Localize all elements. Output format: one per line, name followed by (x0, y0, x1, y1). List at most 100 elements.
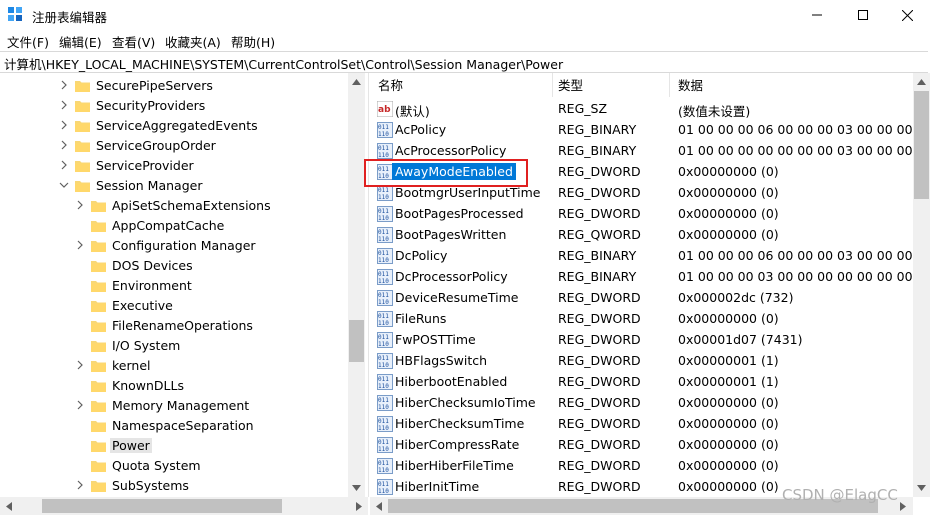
chevron-right-icon[interactable] (75, 360, 85, 370)
table-row[interactable]: 011 110 FileRuns REG_DWORD 0x00000000 (0) (370, 309, 913, 330)
menu-view[interactable]: 查看(V) (112, 32, 155, 51)
svg-text:011: 011 (378, 250, 389, 257)
folder-icon (91, 280, 106, 292)
table-row[interactable]: 011 110 HiberCompressRate REG_DWORD 0x000000… (370, 435, 913, 456)
value-name[interactable]: HiberChecksumTime (395, 416, 524, 431)
table-row[interactable]: 011 110 BootPagesProcessed REG_DWORD 0x00000… (370, 204, 913, 225)
tree-item[interactable]: ApiSetSchemaExtensions (75, 195, 271, 215)
value-name[interactable]: HiberInitTime (395, 479, 479, 494)
scroll-down-arrow-icon[interactable] (352, 485, 361, 491)
menu-help[interactable]: 帮助(H) (231, 32, 275, 51)
chevron-right-icon[interactable] (59, 160, 69, 170)
value-name[interactable]: BootmgrUserInputTime (395, 185, 540, 200)
tree-item[interactable]: Power (75, 435, 152, 455)
table-row[interactable]: 011 110 AcPolicy REG_BINARY 01 00 00 00 06 0… (370, 120, 913, 141)
value-name[interactable]: DcPolicy (395, 248, 447, 263)
tree-horizontal-scrollbar[interactable] (0, 497, 368, 515)
tree-item[interactable]: I/O System (75, 335, 180, 355)
value-name[interactable]: (默认) (395, 101, 430, 120)
tree-item[interactable]: kernel (75, 355, 151, 375)
tree-item[interactable]: KnownDLLs (75, 375, 184, 395)
menu-edit[interactable]: 编辑(E) (59, 32, 102, 51)
folder-icon (91, 220, 106, 232)
binary-value-icon: 011110 (377, 311, 393, 327)
chevron-right-icon[interactable] (75, 400, 85, 410)
column-header-name[interactable]: 名称 (370, 73, 553, 97)
address-path[interactable]: 计算机\HKEY_LOCAL_MACHINE\SYSTEM\CurrentCon… (4, 54, 563, 73)
table-row[interactable]: 011 110 FwPOSTTime REG_DWORD 0x00001d07 (743… (370, 330, 913, 351)
address-bar[interactable]: 计算机\HKEY_LOCAL_MACHINE\SYSTEM\CurrentCon… (0, 51, 928, 73)
table-row[interactable]: 011 110 HiberbootEnabled REG_DWORD 0x0000000… (370, 372, 913, 393)
scroll-left-arrow-icon[interactable] (6, 502, 12, 511)
table-row[interactable]: 011 110 DcProcessorPolicy REG_BINARY 01 00 0… (370, 267, 913, 288)
value-name[interactable]: BootPagesWritten (395, 227, 506, 242)
values-list[interactable]: 名称 类型 数据 ab (默认) REG_SZ (数值未设置) 011 110 AcPoli… (370, 73, 913, 497)
scroll-right-arrow-icon[interactable] (900, 502, 906, 511)
tree-item[interactable]: Memory Management (75, 395, 249, 415)
table-row[interactable]: 011 110 DeviceResumeTime REG_DWORD 0x000002d… (370, 288, 913, 309)
value-name[interactable]: FileRuns (395, 311, 446, 326)
chevron-right-icon[interactable] (59, 120, 69, 130)
tree-item[interactable]: ServiceProvider (59, 155, 194, 175)
chevron-right-icon[interactable] (75, 480, 85, 490)
tree-vertical-scrollbar[interactable] (348, 73, 365, 497)
tree-item[interactable]: ServiceGroupOrder (59, 135, 216, 155)
value-name[interactable]: BootPagesProcessed (395, 206, 524, 221)
table-row[interactable]: 011 110 HiberChecksumIoTime REG_DWORD 0x0000… (370, 393, 913, 414)
close-button[interactable] (884, 0, 930, 30)
table-row[interactable]: 011 110 HiberHiberFileTime REG_DWORD 0x00000… (370, 456, 913, 477)
table-row[interactable]: ab (默认) REG_SZ (数值未设置) (370, 99, 913, 120)
tree-hscroll-thumb[interactable] (42, 499, 282, 513)
value-name[interactable]: HBFlagsSwitch (395, 353, 487, 368)
menu-favorites[interactable]: 收藏夹(A) (165, 32, 221, 51)
scroll-up-arrow-icon[interactable] (917, 79, 926, 85)
chevron-right-icon[interactable] (59, 140, 69, 150)
tree-item[interactable]: NamespaceSeparation (75, 415, 254, 435)
tree-item[interactable]: Quota System (75, 455, 201, 475)
table-row[interactable]: 011 110 BootPagesWritten REG_QWORD 0x0000000… (370, 225, 913, 246)
column-header-data[interactable]: 数据 (670, 73, 913, 97)
tree-item[interactable]: FileRenameOperations (75, 315, 253, 335)
tree-item[interactable]: Executive (75, 295, 173, 315)
table-row[interactable]: 011 110 DcPolicy REG_BINARY 01 00 00 00 06 0… (370, 246, 913, 267)
value-name[interactable]: HiberChecksumIoTime (395, 395, 536, 410)
key-tree[interactable]: SecurePipeServers SecurityProviders Servic… (0, 73, 369, 497)
minimize-button[interactable] (794, 0, 840, 30)
chevron-right-icon[interactable] (75, 240, 85, 250)
value-name[interactable]: FwPOSTTime (395, 332, 476, 347)
scroll-right-arrow-icon[interactable] (356, 502, 362, 511)
chevron-right-icon[interactable] (59, 100, 69, 110)
value-name[interactable]: HiberCompressRate (395, 437, 519, 452)
value-name[interactable]: HiberHiberFileTime (395, 458, 514, 473)
tree-item[interactable]: Configuration Manager (75, 235, 256, 255)
value-name[interactable]: HiberbootEnabled (395, 374, 507, 389)
value-name[interactable]: DeviceResumeTime (395, 290, 518, 305)
tree-item[interactable]: Environment (75, 275, 192, 295)
tree-item[interactable]: AppCompatCache (75, 215, 224, 235)
tree-item[interactable]: DOS Devices (75, 255, 193, 275)
list-scroll-thumb[interactable] (914, 91, 929, 199)
tree-item[interactable]: SecurePipeServers (59, 75, 213, 95)
table-row[interactable]: 011 110 HBFlagsSwitch REG_DWORD 0x00000001 (… (370, 351, 913, 372)
menu-file[interactable]: 文件(F) (7, 32, 49, 51)
chevron-down-icon[interactable] (59, 180, 69, 190)
svg-text:110: 110 (378, 278, 389, 285)
chevron-right-icon[interactable] (75, 200, 85, 210)
maximize-button[interactable] (840, 0, 886, 30)
tree-item[interactable]: SecurityProviders (59, 95, 205, 115)
column-header-type[interactable]: 类型 (550, 73, 670, 97)
scroll-down-arrow-icon[interactable] (917, 485, 926, 491)
tree-scroll-thumb[interactable] (349, 320, 364, 362)
tree-item[interactable]: SubSystems (75, 475, 189, 495)
value-name[interactable]: DcProcessorPolicy (395, 269, 508, 284)
tree-item[interactable]: ServiceAggregatedEvents (59, 115, 258, 135)
scroll-up-arrow-icon[interactable] (352, 79, 361, 85)
list-vertical-scrollbar[interactable] (913, 73, 930, 497)
chevron-right-icon[interactable] (59, 80, 69, 90)
value-name[interactable]: AcProcessorPolicy (395, 143, 506, 158)
tree-item[interactable]: Session Manager (59, 175, 202, 195)
value-type: REG_DWORD (558, 185, 641, 200)
scroll-left-arrow-icon[interactable] (376, 502, 382, 511)
value-name[interactable]: AcPolicy (395, 122, 446, 137)
table-row[interactable]: 011 110 HiberChecksumTime REG_DWORD 0x000000… (370, 414, 913, 435)
